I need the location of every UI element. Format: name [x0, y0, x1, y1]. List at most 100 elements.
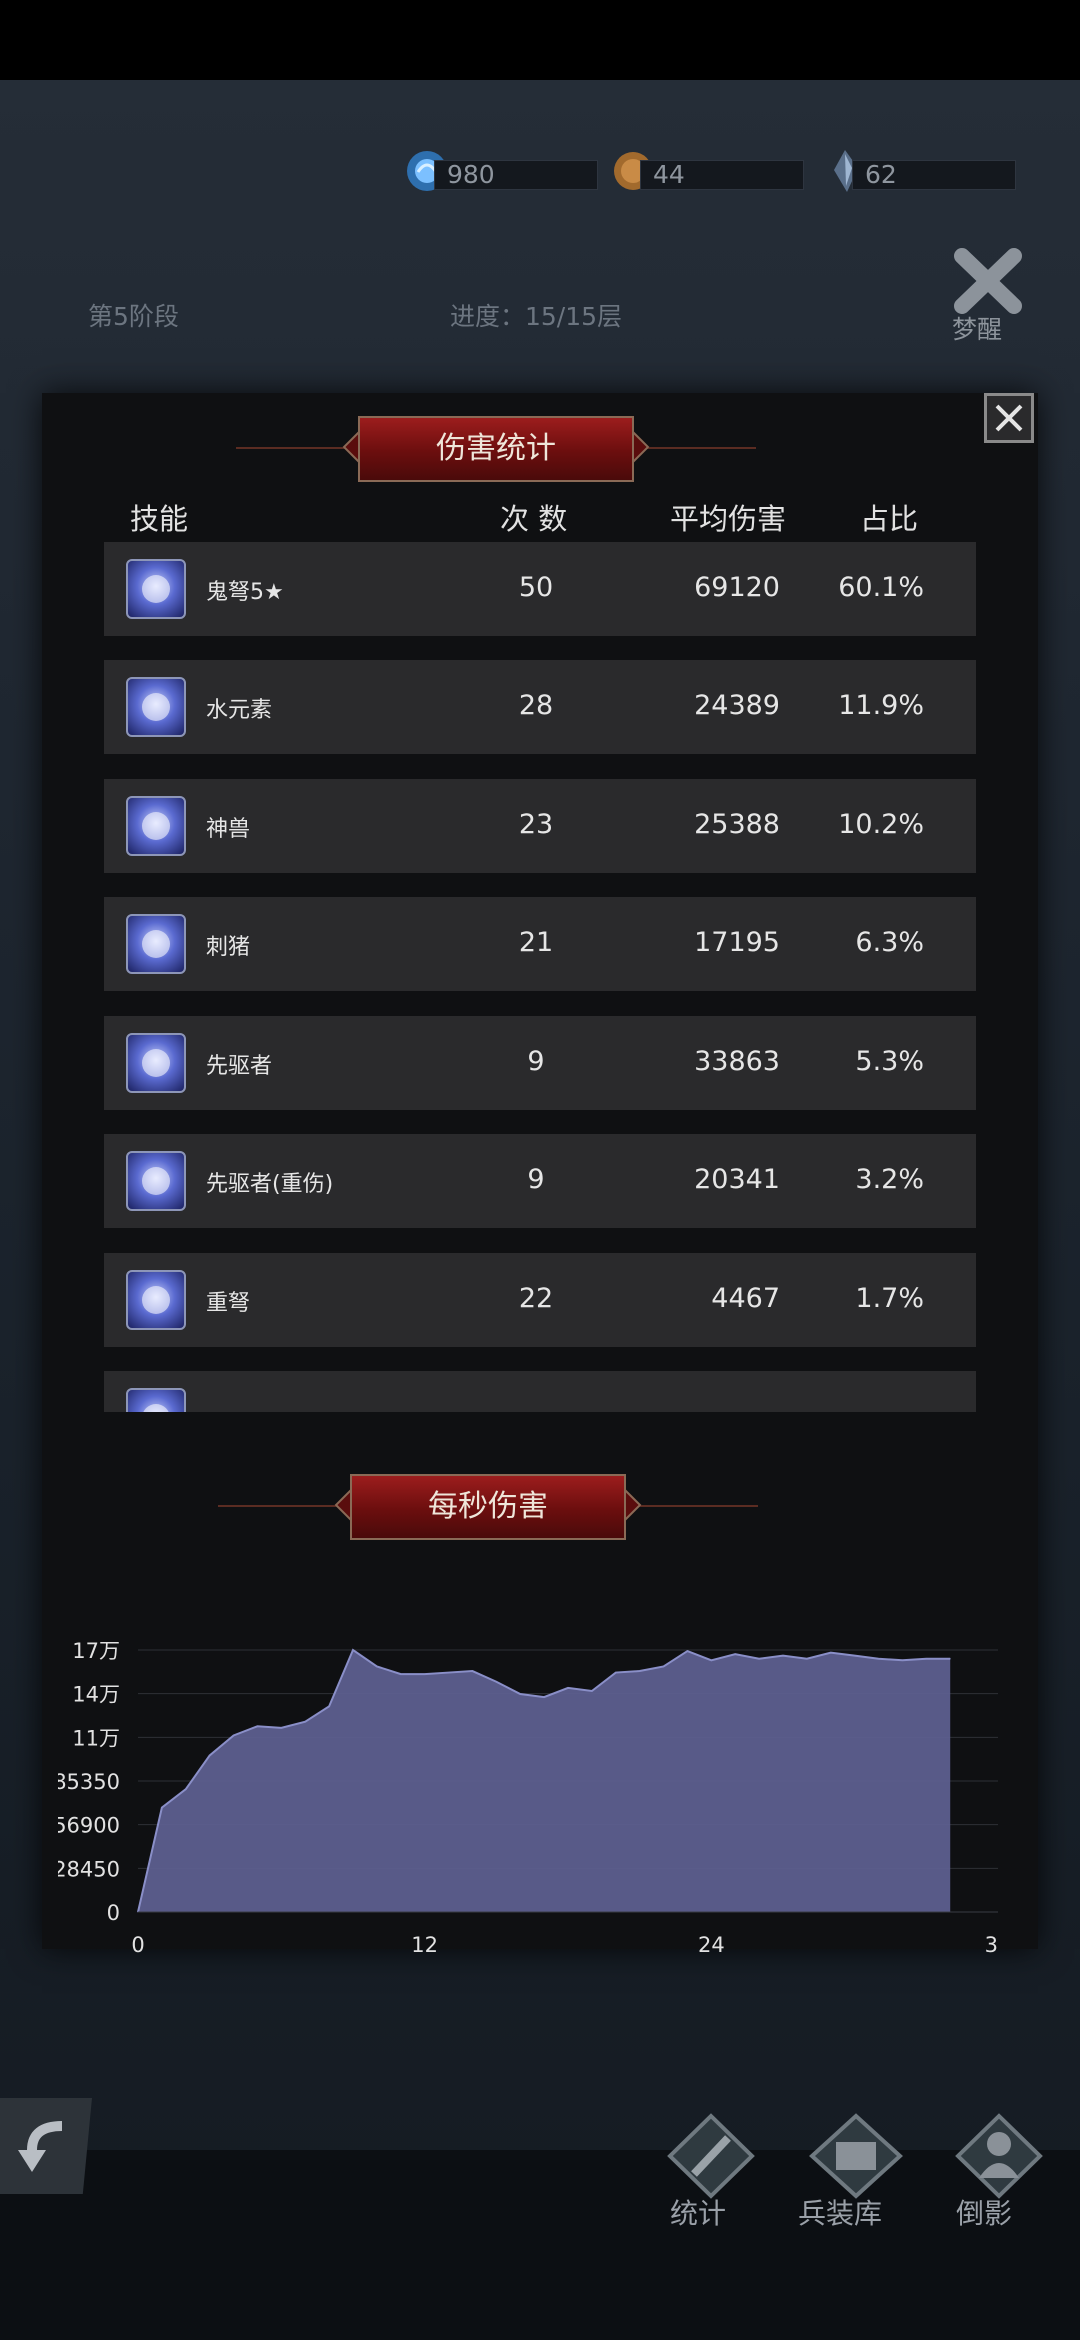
- nav-shadow[interactable]: 倒影: [944, 2108, 1054, 2238]
- dps-point: [686, 1650, 688, 1652]
- skill-avg-damage: 69120: [694, 572, 780, 603]
- dps-point: [543, 1696, 545, 1698]
- y-tick-label: 17万: [72, 1639, 120, 1663]
- skill-ratio: 5.3%: [855, 1046, 924, 1077]
- back-button[interactable]: [0, 2098, 92, 2194]
- dps-point: [209, 1754, 211, 1756]
- close-icon: [995, 404, 1023, 432]
- crystal-amount: 62: [852, 160, 1016, 190]
- dps-point: [448, 1672, 450, 1674]
- skill-avg-damage: 20341: [694, 1164, 780, 1195]
- x-tick-label: 24: [698, 1933, 725, 1957]
- dps-point: [615, 1672, 617, 1674]
- pioneer-heavy-icon: [126, 1151, 186, 1211]
- pioneer-icon: [126, 1033, 186, 1093]
- dps-point: [830, 1652, 832, 1654]
- progress-label: 进度：15/15层: [450, 302, 623, 331]
- nav-stats-label: 统计: [670, 2197, 727, 2230]
- dps-point: [591, 1690, 593, 1692]
- water-elemental-icon: [126, 677, 186, 737]
- dps-chart-svg: 0 28450 56900 85350 11万 14万 17万 0 12 24 36: [58, 1639, 998, 1957]
- table-row: 先驱者(重伤) 9 20341 3.2%: [104, 1134, 976, 1228]
- dps-chart: 0 28450 56900 85350 11万 14万 17万 0 12 24 36: [58, 1620, 998, 1960]
- dps-point: [854, 1655, 856, 1657]
- skill-name: 重弩: [206, 1291, 251, 1316]
- skill-count: 50: [518, 572, 554, 603]
- dps-point: [758, 1658, 760, 1660]
- ghost-crossbow-icon: [126, 559, 186, 619]
- dps-point: [519, 1693, 521, 1695]
- dps-point: [185, 1788, 187, 1790]
- skill-count: 9: [527, 1164, 545, 1195]
- y-tick-label: 0: [107, 1901, 120, 1925]
- skill-icon: [126, 1388, 186, 1412]
- x-tick-label: 36: [985, 1933, 998, 1957]
- skill-ratio: 11.9%: [838, 690, 924, 721]
- skill-count: 28: [518, 690, 554, 721]
- wake-button[interactable]: 梦醒: [948, 246, 1028, 346]
- table-row: 神兽 23 25388 10.2%: [104, 779, 976, 873]
- dps-point: [256, 1725, 258, 1727]
- skill-ratio: 60.1%: [838, 572, 924, 603]
- skill-count: 22: [518, 1283, 554, 1314]
- dps-point: [878, 1658, 880, 1660]
- stats-icon: [667, 2113, 755, 2199]
- skill-name: 先驱者(重伤): [206, 1172, 334, 1197]
- table-row: [104, 1371, 976, 1412]
- y-tick-label: 56900: [58, 1814, 120, 1838]
- damage-stats-title: 伤害统计: [358, 416, 634, 482]
- skill-avg-damage: 4467: [711, 1283, 780, 1314]
- close-button[interactable]: [984, 393, 1034, 443]
- bottom-shade: [0, 2150, 1080, 2340]
- dps-point: [806, 1658, 808, 1660]
- dps-point: [495, 1681, 497, 1683]
- dps-point: [782, 1655, 784, 1657]
- table-row: 水元素 28 24389 11.9%: [104, 660, 976, 754]
- nav-shadow-label: 倒影: [956, 2197, 1013, 2230]
- table-row: 鬼弩5★ 50 69120 60.1%: [104, 542, 976, 636]
- skill-list[interactable]: 鬼弩5★ 50 69120 60.1% 水元素 28 24389 11.9% 神…: [104, 542, 976, 1412]
- dps-point: [567, 1687, 569, 1689]
- dps-point: [400, 1673, 402, 1675]
- skill-avg-damage: 25388: [694, 809, 780, 840]
- dps-point: [280, 1727, 282, 1729]
- dps-point: [734, 1653, 736, 1655]
- back-arrow-icon: [18, 2121, 63, 2172]
- dps-point: [949, 1658, 951, 1660]
- wake-label: 梦醒: [952, 315, 1003, 344]
- nav-stats[interactable]: 统计: [656, 2108, 766, 2238]
- skill-avg-damage: 33863: [694, 1046, 780, 1077]
- nav-armory[interactable]: 兵装库: [796, 2108, 916, 2238]
- status-bar: [0, 0, 1080, 80]
- header-count: 次 数: [500, 502, 568, 536]
- skill-name: 水元素: [206, 698, 273, 723]
- dps-point: [352, 1649, 354, 1651]
- banner-line-left: [236, 447, 346, 449]
- resource-gold: 44: [610, 148, 810, 200]
- banner-line-left: [218, 1505, 338, 1507]
- resource-water: 980: [404, 148, 604, 200]
- skill-name: 鬼弩5★: [206, 580, 284, 605]
- nav-armory-label: 兵装库: [798, 2197, 883, 2230]
- dps-title: 每秒伤害: [350, 1474, 626, 1540]
- x-tick-label: 12: [411, 1933, 438, 1957]
- dps-point: [925, 1658, 927, 1660]
- skill-count: 23: [518, 809, 554, 840]
- resource-crystal: 62: [822, 148, 1022, 200]
- stage-label: 第5阶段: [88, 302, 179, 331]
- divine-beast-icon: [126, 796, 186, 856]
- water-amount: 980: [434, 160, 598, 190]
- dps-point: [663, 1665, 665, 1667]
- y-tick-label: 28450: [58, 1857, 120, 1881]
- wake-x-icon: [954, 248, 1022, 314]
- y-tick-label: 85350: [58, 1770, 120, 1794]
- dps-point: [161, 1807, 163, 1809]
- banner-line-right: [646, 447, 756, 449]
- dps-point: [376, 1665, 378, 1667]
- dps-point: [901, 1659, 903, 1661]
- damage-stats-banner: 伤害统计: [236, 416, 756, 482]
- skill-ratio: 1.7%: [855, 1283, 924, 1314]
- table-row: 先驱者 9 33863 5.3%: [104, 1016, 976, 1110]
- skill-name: 神兽: [206, 817, 251, 842]
- gold-amount: 44: [640, 160, 804, 190]
